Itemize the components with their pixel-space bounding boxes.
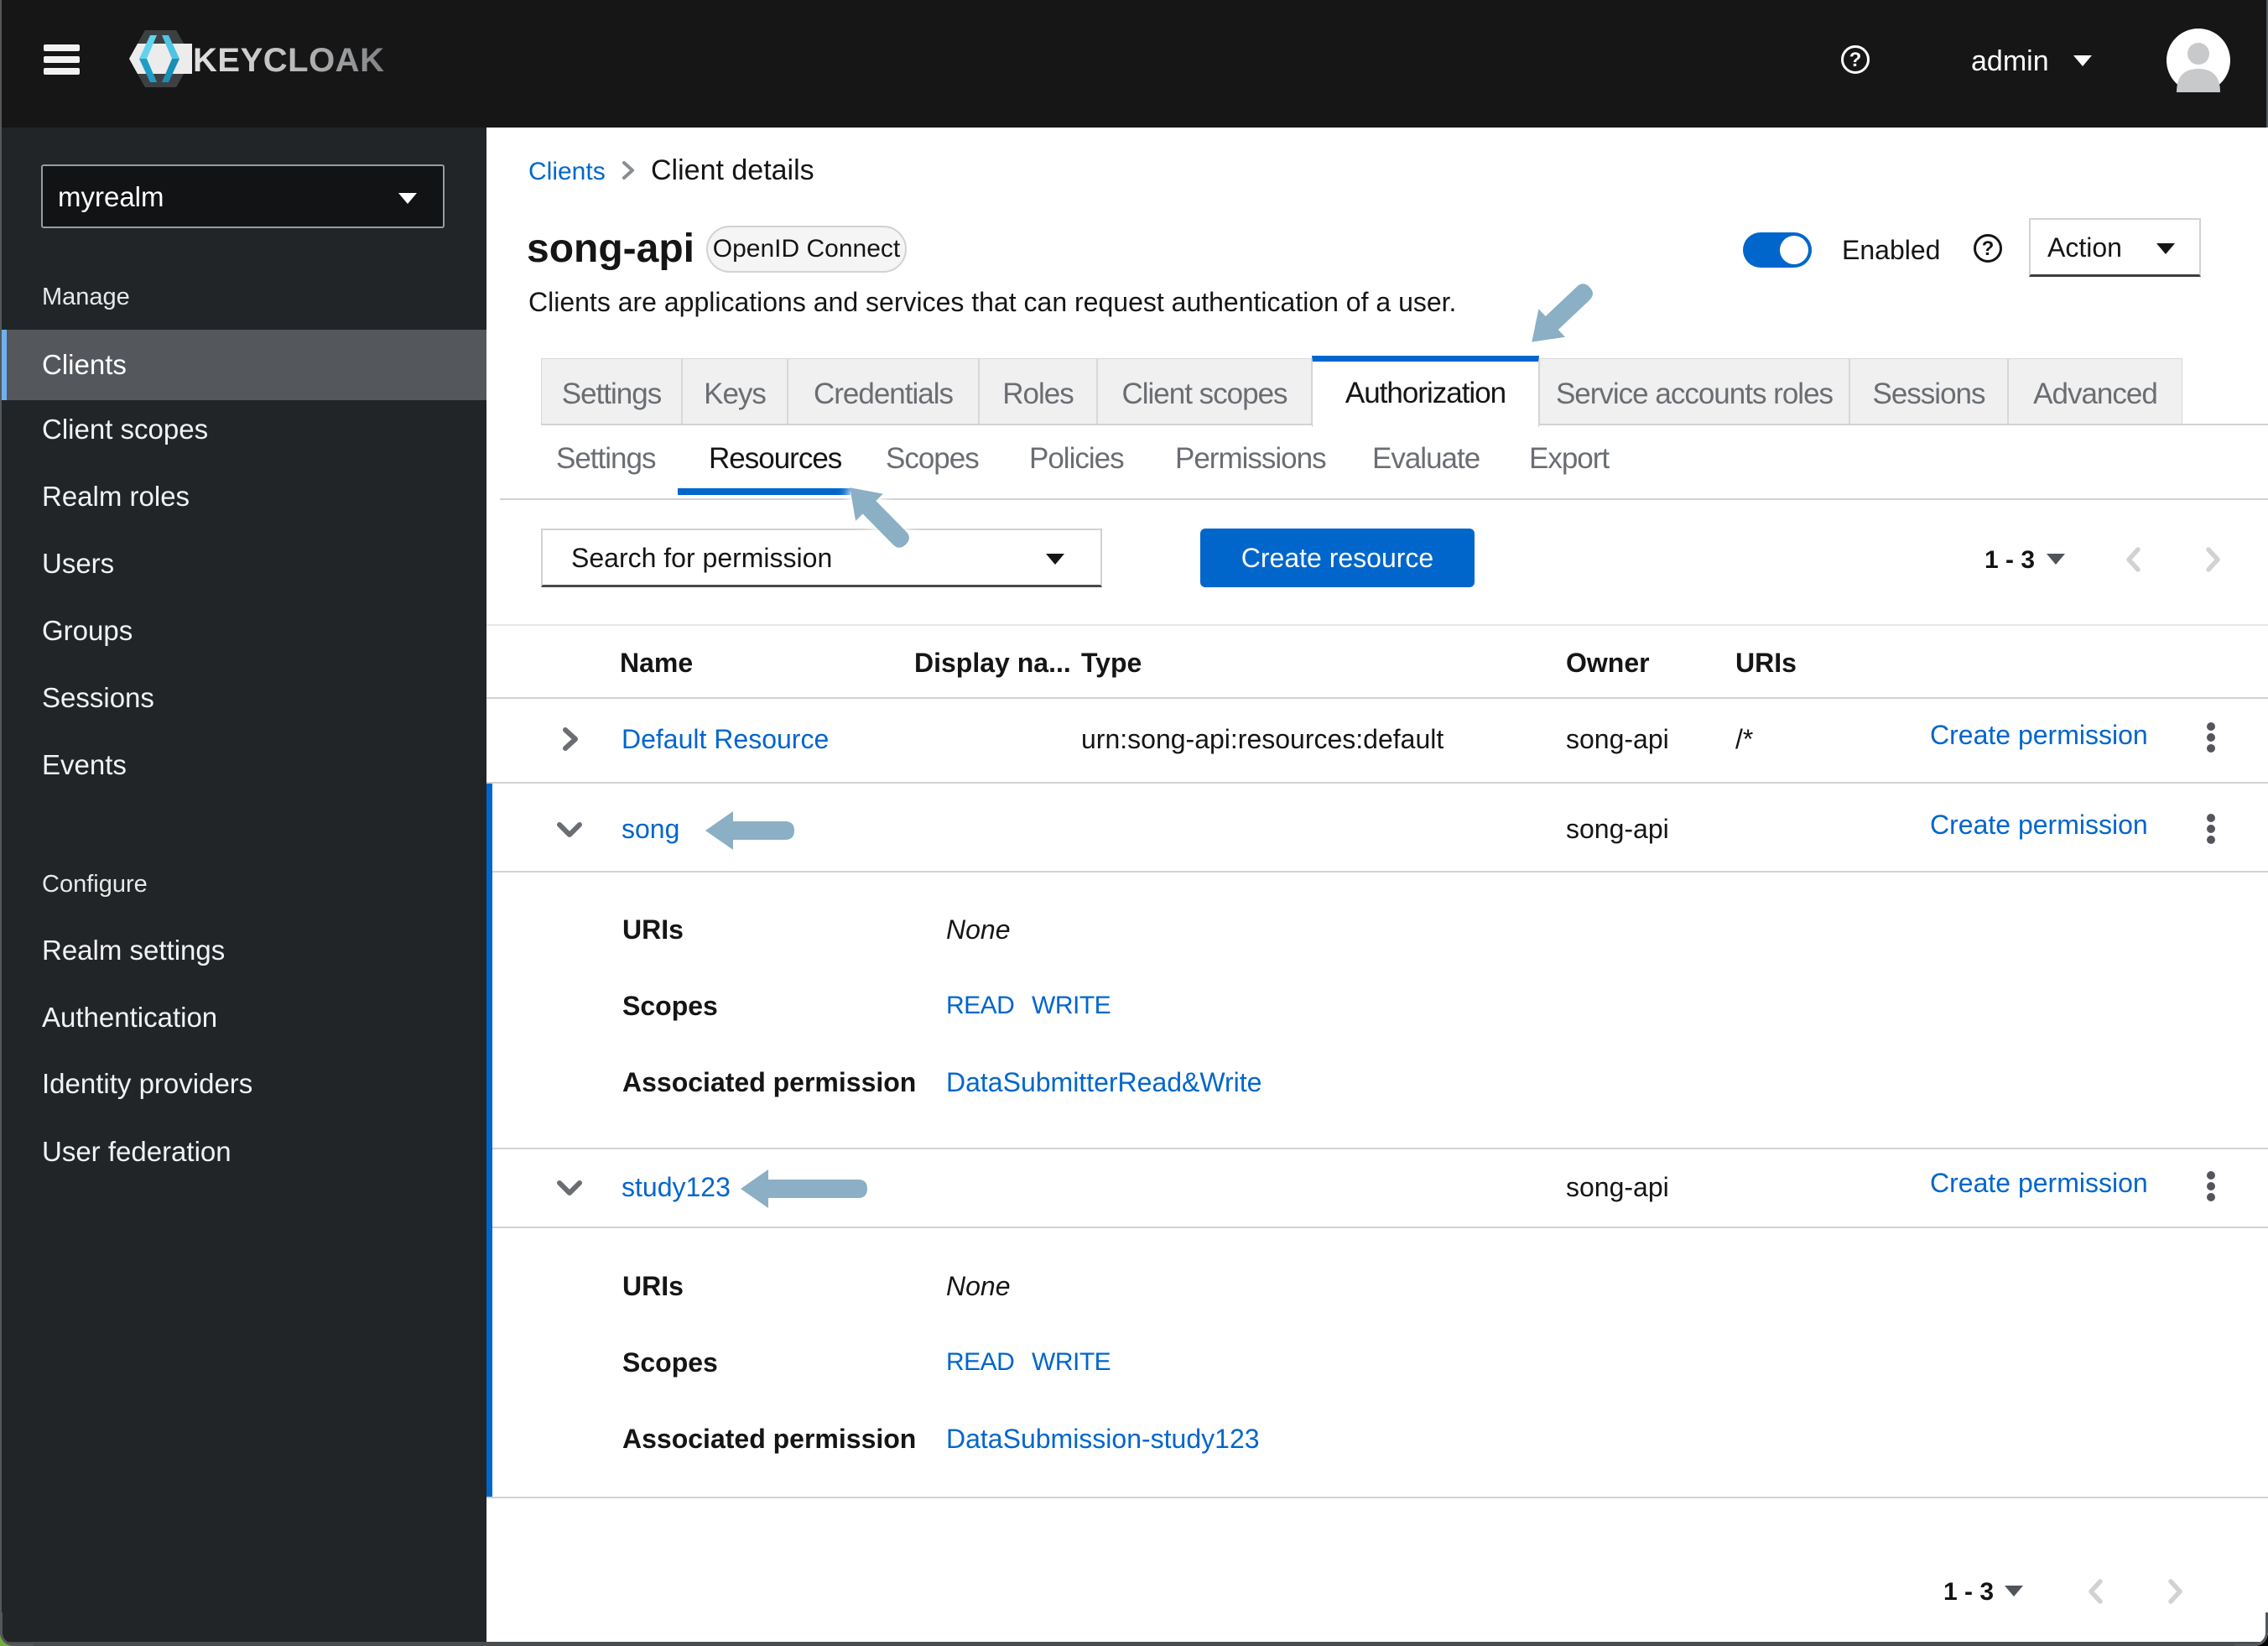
svg-text:KEYCLOAK: KEYCLOAK bbox=[193, 42, 384, 79]
